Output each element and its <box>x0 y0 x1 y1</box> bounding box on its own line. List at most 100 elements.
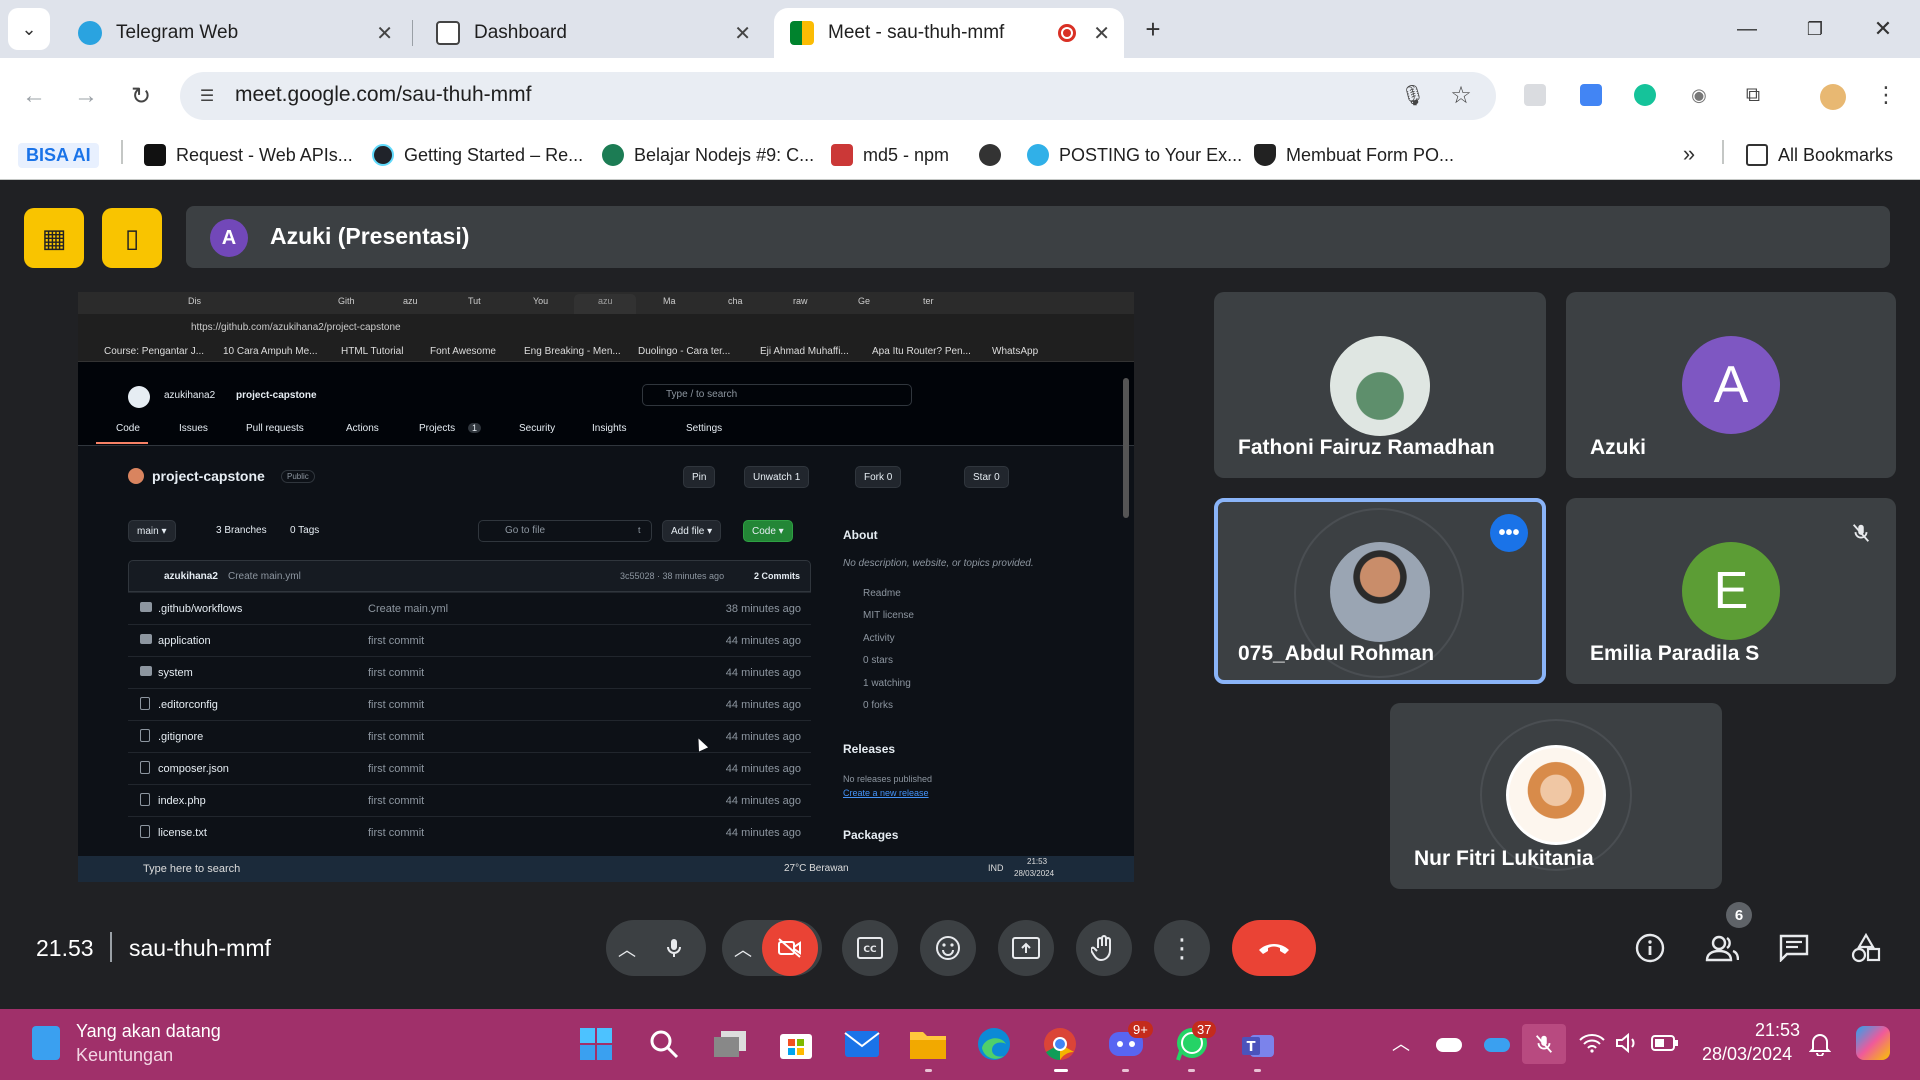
bookmark-npm[interactable]: md5 - npm <box>831 140 949 170</box>
repo-nav-security: Security <box>519 423 556 434</box>
onedrive-icon[interactable] <box>1436 1038 1462 1052</box>
clock-date[interactable]: 28/03/2024 <box>1702 1044 1792 1065</box>
running-indicator <box>925 1069 932 1072</box>
start-button[interactable] <box>572 1020 620 1068</box>
posting-icon <box>1027 144 1049 166</box>
file-explorer-button[interactable] <box>904 1020 952 1068</box>
leave-call-button[interactable] <box>1232 920 1316 976</box>
task-view-button[interactable] <box>706 1020 754 1068</box>
back-button[interactable]: ← <box>18 80 50 112</box>
chat-icon <box>1779 934 1809 962</box>
about-activity: Activity <box>863 633 895 644</box>
teams-button[interactable]: T <box>1234 1020 1282 1068</box>
create-release-link: Create a new release <box>843 788 929 798</box>
code-button: Code ▾ <box>743 520 793 542</box>
captions-button[interactable]: CC <box>842 920 898 976</box>
mic-muted-tray-icon[interactable] <box>1522 1024 1566 1064</box>
people-count-badge: 6 <box>1726 902 1752 928</box>
tab-search-button[interactable]: ⌄ <box>8 8 50 50</box>
emoji-reactions-button[interactable] <box>920 920 976 976</box>
meeting-time: 21.53 <box>36 935 94 961</box>
meeting-details-button[interactable] <box>1626 924 1674 972</box>
bookmark-globe[interactable] <box>979 140 1011 170</box>
file-row: index.php first commit 44 minutes ago <box>128 784 811 816</box>
hand-icon <box>1091 935 1111 962</box>
chrome-menu-icon[interactable]: ⋮ <box>1874 80 1898 110</box>
widgets-icon[interactable] <box>32 1026 60 1060</box>
all-bookmarks[interactable]: All Bookmarks <box>1746 140 1893 170</box>
google-translate-icon[interactable] <box>1580 84 1602 106</box>
url-text[interactable]: meet.google.com/sau-thuh-mmf <box>235 83 531 107</box>
bookmark-react[interactable]: Getting Started – Re... <box>372 140 583 170</box>
restore-window-button[interactable]: ❐ <box>1800 14 1830 44</box>
microsoft-store-button[interactable] <box>772 1020 820 1068</box>
site-info-icon[interactable]: ☰ <box>193 82 221 110</box>
clock-time[interactable]: 21:53 <box>1755 1020 1800 1041</box>
raise-hand-button[interactable] <box>1076 920 1132 976</box>
folder-icon <box>140 602 152 612</box>
github-logo-icon <box>128 386 150 408</box>
building-button[interactable]: ▯ <box>102 208 162 268</box>
more-options-icon[interactable]: ••• <box>1490 514 1528 552</box>
new-tab-button[interactable]: + <box>1138 14 1168 44</box>
bookmark-nodejs[interactable]: Belajar Nodejs #9: C... <box>602 140 814 170</box>
chat-button[interactable] <box>1770 924 1818 972</box>
microphone-icon[interactable]: 🎙 <box>1398 80 1428 110</box>
extensions-puzzle-icon[interactable]: ⧉ <box>1740 82 1766 108</box>
tab-meet[interactable]: Meet - sau-thuh-mmf ✕ <box>774 8 1124 58</box>
volume-icon[interactable] <box>1614 1030 1642 1056</box>
extension-icon[interactable] <box>1524 84 1546 106</box>
more-bookmarks-icon[interactable]: » <box>1676 140 1702 168</box>
audio-settings-chevron-icon[interactable]: ︿ <box>614 936 640 962</box>
reload-button[interactable]: ↻ <box>125 80 157 112</box>
close-icon[interactable]: ✕ <box>1093 21 1110 46</box>
present-screen-button[interactable] <box>998 920 1054 976</box>
more-options-button[interactable]: ⋮ <box>1154 920 1210 976</box>
profile-avatar[interactable] <box>1820 84 1846 110</box>
bookmark-mdn[interactable]: Request - Web APIs... <box>144 140 353 170</box>
packages-title: Packages <box>843 828 899 842</box>
participant-tile[interactable]: Nur Fitri Lukitania <box>1390 703 1722 889</box>
close-window-button[interactable]: ✕ <box>1868 14 1898 44</box>
commit-message: Create main.yml <box>228 571 301 582</box>
grammarly-icon[interactable] <box>1634 84 1656 106</box>
participant-tile-speaking[interactable]: ••• 075_Abdul Rohman <box>1214 498 1546 684</box>
participant-tile[interactable]: A Azuki <box>1566 292 1896 478</box>
copilot-icon[interactable] <box>1856 1026 1890 1060</box>
tab-dashboard[interactable]: Dashboard ✕ <box>420 8 765 58</box>
participant-tile[interactable]: E Emilia Paradila S <box>1566 498 1896 684</box>
wifi-icon[interactable] <box>1578 1030 1606 1056</box>
widget-title[interactable]: Yang akan datang <box>76 1021 221 1042</box>
discord-badge: 9+ <box>1128 1021 1153 1038</box>
mail-button[interactable] <box>838 1020 886 1068</box>
layout-button[interactable]: ▦ <box>24 208 84 268</box>
bookmark-bisa-ai[interactable]: BISA AI <box>18 140 99 170</box>
shared-tab: cha <box>728 296 743 306</box>
microphone-button[interactable] <box>646 920 702 976</box>
show-hidden-icons-chevron-icon[interactable]: ︿ <box>1388 1030 1414 1056</box>
tab-telegram[interactable]: Telegram Web ✕ <box>62 8 407 58</box>
close-icon[interactable]: ✕ <box>376 21 393 46</box>
minimize-window-button[interactable]: — <box>1732 14 1762 44</box>
bookmark-star-icon[interactable]: ☆ <box>1446 80 1476 110</box>
video-settings-chevron-icon[interactable]: ︿ <box>730 936 756 962</box>
windows-icon <box>580 1028 612 1060</box>
camera-off-button[interactable] <box>762 920 818 976</box>
activities-button[interactable] <box>1842 924 1890 972</box>
camera-icon[interactable]: ◉ <box>1686 82 1712 108</box>
battery-icon[interactable] <box>1650 1030 1680 1056</box>
people-button[interactable] <box>1698 924 1746 972</box>
chrome-button[interactable] <box>1036 1020 1084 1068</box>
bookmark-form[interactable]: Membuat Form PO... <box>1254 140 1454 170</box>
participant-tile[interactable]: Fathoni Fairuz Ramadhan <box>1214 292 1546 478</box>
onedrive-business-icon[interactable] <box>1484 1038 1510 1052</box>
bookmark-posting[interactable]: POSTING to Your Ex... <box>1027 140 1242 170</box>
edge-button[interactable] <box>970 1020 1018 1068</box>
notification-bell-icon[interactable] <box>1806 1030 1834 1058</box>
close-icon[interactable]: ✕ <box>734 21 751 46</box>
shared-bookmark: Course: Pengantar J... <box>104 346 205 357</box>
forward-button[interactable]: → <box>70 80 102 112</box>
search-button[interactable] <box>640 1020 688 1068</box>
emoji-icon <box>936 936 960 960</box>
shared-screen[interactable]: Dis Gith azu Tut You azu Ma cha raw Ge t… <box>78 292 1134 882</box>
